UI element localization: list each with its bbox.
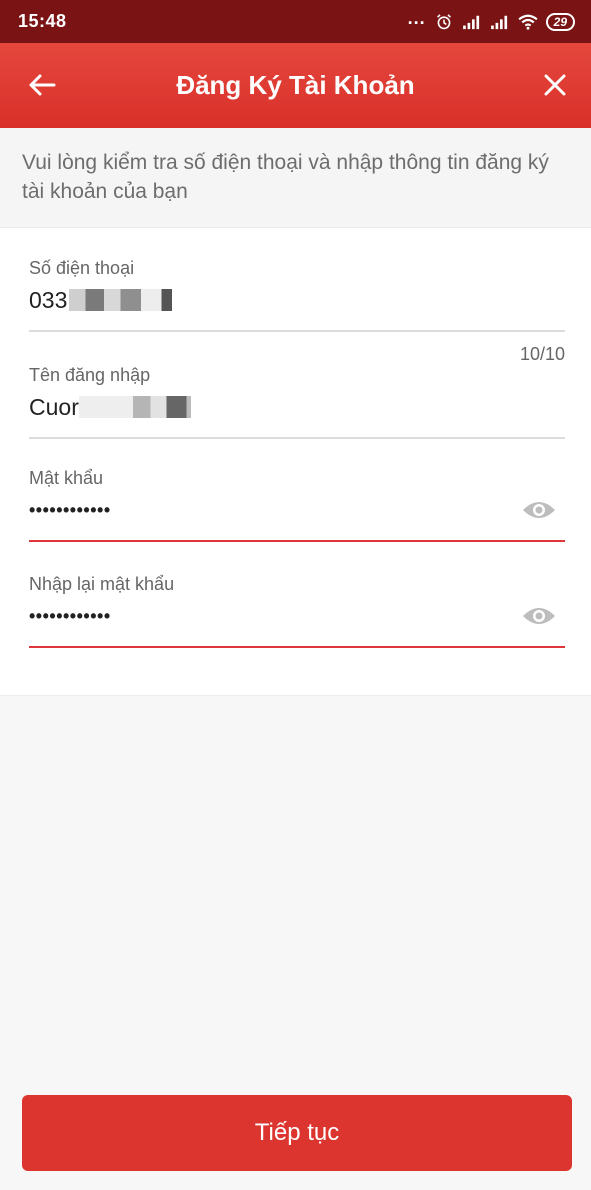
signal-icon xyxy=(490,15,507,29)
back-button[interactable] xyxy=(24,67,60,103)
info-text: Vui lòng kiểm tra số điện thoại và nhập … xyxy=(0,128,591,228)
phone-input[interactable]: 033 xyxy=(29,285,565,315)
password-label: Mật khẩu xyxy=(29,468,104,488)
phone-label: Số điện thoại xyxy=(29,258,135,278)
eye-icon[interactable] xyxy=(521,602,557,630)
close-icon xyxy=(544,74,566,96)
username-underline xyxy=(29,437,565,439)
registration-form: Số điện thoại 033 10/10 Tên đăng nhập Cu… xyxy=(0,228,591,696)
status-time: 15:48 xyxy=(18,11,67,31)
phone-underline xyxy=(29,330,565,332)
username-value: Cuor xyxy=(29,393,79,420)
password-input[interactable]: •••••••••••• xyxy=(29,495,565,525)
confirm-password-input[interactable]: •••••••••••• xyxy=(29,601,565,631)
phone-counter: 10/10 xyxy=(519,344,565,364)
app-header: Đăng Ký Tài Khoản xyxy=(0,43,591,128)
wifi-icon xyxy=(518,14,538,30)
confirm-password-value: •••••••••••• xyxy=(29,605,111,626)
page-title: Đăng Ký Tài Khoản xyxy=(176,70,415,100)
alarm-icon xyxy=(436,13,451,29)
confirm-password-underline xyxy=(29,646,565,648)
close-button[interactable] xyxy=(537,67,573,103)
username-label: Tên đăng nhập xyxy=(29,365,151,385)
confirm-password-field[interactable]: Nhập lại mật khẩu •••••••••••• xyxy=(29,574,565,648)
password-field[interactable]: Mật khẩu •••••••••••• xyxy=(29,468,565,542)
phone-value: 033 xyxy=(29,286,68,313)
redacted-block xyxy=(78,396,191,418)
signal-icon xyxy=(462,15,479,29)
continue-button[interactable]: Tiếp tục xyxy=(22,1095,572,1171)
redacted-block xyxy=(69,289,173,311)
confirm-password-label: Nhập lại mật khẩu xyxy=(29,574,175,594)
password-underline xyxy=(29,540,565,542)
phone-field[interactable]: Số điện thoại 033 10/10 xyxy=(29,258,565,364)
status-bar: 15:48 ... 29 xyxy=(0,0,591,43)
username-input[interactable]: Cuor xyxy=(29,392,565,422)
password-value: •••••••••••• xyxy=(29,499,111,520)
username-field[interactable]: Tên đăng nhập Cuor xyxy=(29,365,565,439)
eye-icon[interactable] xyxy=(521,496,557,524)
status-icons: ... 29 xyxy=(408,8,575,31)
arrow-left-icon xyxy=(29,74,56,96)
more-dots: ... xyxy=(407,8,426,28)
battery-icon: 29 xyxy=(545,12,575,31)
